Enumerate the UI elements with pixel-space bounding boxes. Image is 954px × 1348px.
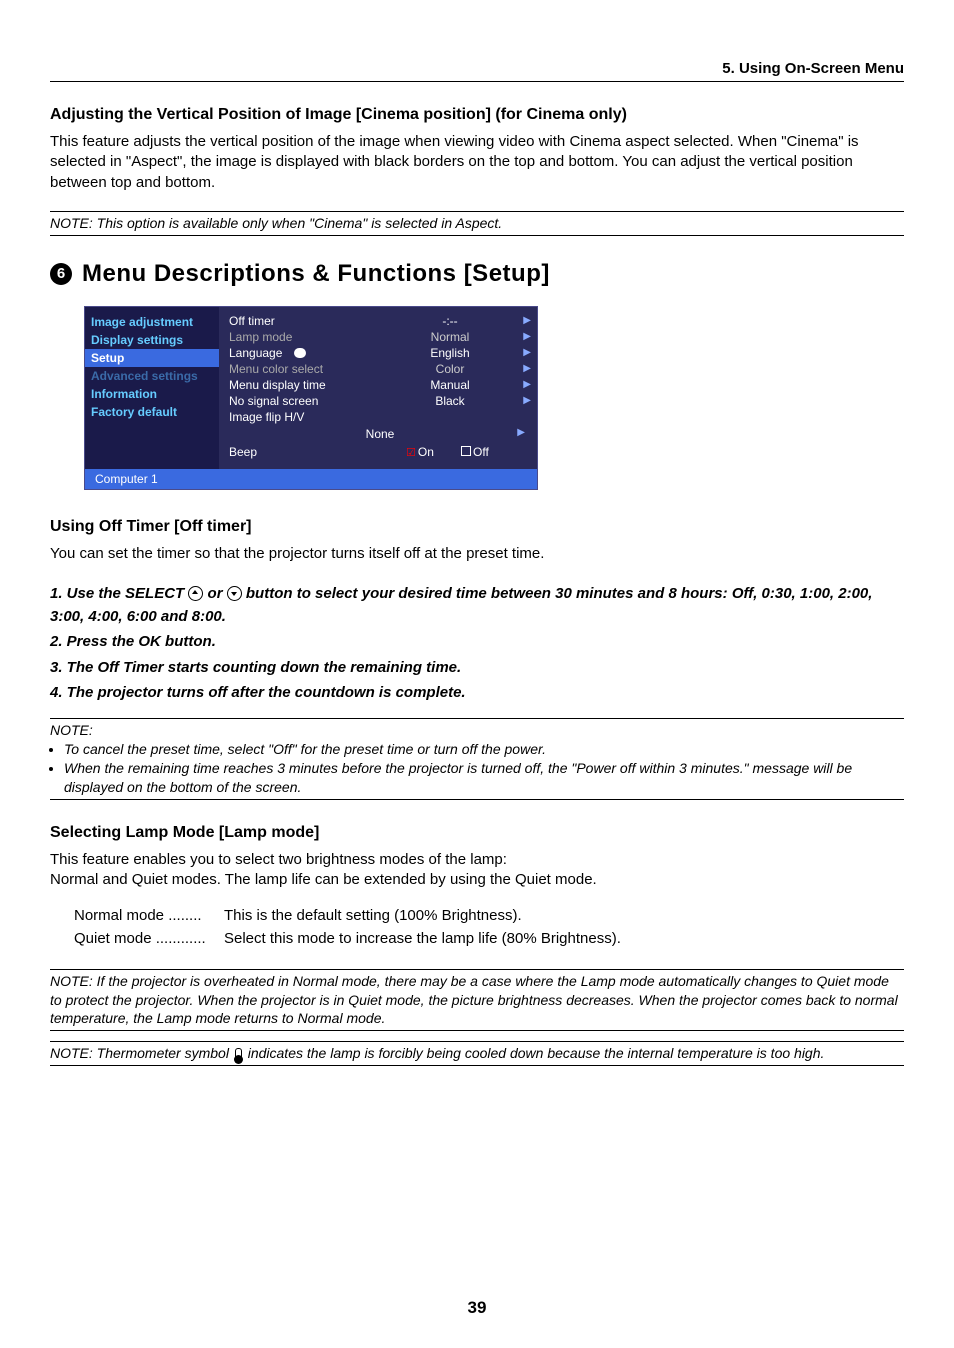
osd-menu: Image adjustment Display settings Setup …	[84, 306, 538, 490]
osd-value: Black	[379, 394, 521, 408]
osd-row-none[interactable]: None ▶	[229, 425, 531, 443]
osd-nav-factory-default[interactable]: Factory default	[85, 403, 219, 421]
osd-nav-display-settings[interactable]: Display settings	[85, 331, 219, 349]
note-therm-b: indicates the lamp is forcibly being coo…	[248, 1045, 825, 1061]
mode-row-quiet: Quiet mode ............ Select this mode…	[74, 927, 904, 950]
osd-value: English	[379, 346, 521, 360]
osd-value-none: None	[366, 427, 395, 441]
chevron-right-icon: ▶	[521, 315, 531, 326]
osd-label: Beep	[229, 445, 379, 459]
heading-cinema-position: Adjusting the Vertical Position of Image…	[50, 106, 904, 124]
osd-label-text: Language	[229, 346, 282, 360]
step-1-text-b: or	[208, 585, 227, 602]
mode-name: Quiet mode ............	[74, 927, 224, 950]
chevron-right-icon: ▶	[521, 363, 531, 374]
section-6-title: Menu Descriptions & Functions [Setup]	[82, 260, 550, 288]
chevron-right-icon: ▶	[521, 331, 531, 342]
osd-row-no-signal-screen[interactable]: No signal screen Black ▶	[229, 393, 531, 409]
osd-row-menu-display-time[interactable]: Menu display time Manual ▶	[229, 377, 531, 393]
osd-value: Normal	[379, 330, 521, 344]
chevron-right-icon: ▶	[521, 395, 531, 406]
lamp-body-1: This feature enables you to select two b…	[50, 851, 507, 868]
osd-row-language[interactable]: Language English ▶	[229, 345, 531, 361]
step-3: 3. The Off Timer starts counting down th…	[50, 656, 904, 679]
off-timer-steps: 1. Use the SELECT or button to select yo…	[50, 582, 904, 704]
osd-label: Menu color select	[229, 362, 379, 376]
note-item-1: To cancel the preset time, select "Off" …	[64, 740, 904, 759]
select-down-icon	[227, 586, 242, 601]
step-4: 4. The projector turns off after the cou…	[50, 681, 904, 704]
note-therm-a: NOTE: Thermometer symbol	[50, 1045, 233, 1061]
checkbox-checked-icon: ☑	[406, 447, 416, 459]
beep-off-label: Off	[473, 445, 489, 459]
osd-value: Color	[379, 362, 521, 376]
chevron-right-icon: ▶	[515, 427, 525, 438]
osd-label: Language	[229, 346, 379, 360]
osd-left-nav: Image adjustment Display settings Setup …	[85, 307, 219, 469]
section-6-heading-row: 6 Menu Descriptions & Functions [Setup]	[50, 260, 904, 288]
mode-desc: This is the default setting (100% Bright…	[224, 904, 522, 927]
note-lamp-overheat: NOTE: If the projector is overheated in …	[50, 969, 904, 1032]
step-2: 2. Press the OK button.	[50, 630, 904, 653]
thermometer-icon	[235, 1048, 242, 1062]
checkbox-unchecked-icon	[461, 446, 471, 456]
step-1-text-a: 1. Use the SELECT	[50, 585, 188, 602]
page: 5. Using On-Screen Menu Adjusting the Ve…	[0, 0, 954, 1348]
osd-nav-advanced-settings[interactable]: Advanced settings	[85, 367, 219, 385]
osd-nav-setup[interactable]: Setup	[85, 349, 219, 367]
section-header: 5. Using On-Screen Menu	[50, 60, 904, 82]
osd-row-menu-color-select[interactable]: Menu color select Color ▶	[229, 361, 531, 377]
lamp-body-2: Normal and Quiet modes. The lamp life ca…	[50, 871, 597, 888]
osd-label: Lamp mode	[229, 330, 379, 344]
beep-on-label: On	[418, 445, 434, 459]
osd-value: -:--	[379, 314, 521, 328]
page-number: 39	[0, 1298, 954, 1318]
body-lamp-mode: This feature enables you to select two b…	[50, 850, 904, 891]
osd-row-off-timer[interactable]: Off timer -:-- ▶	[229, 313, 531, 329]
osd-nav-image-adjustment[interactable]: Image adjustment	[85, 313, 219, 331]
osd-value: Manual	[379, 378, 521, 392]
osd-right-panel: Off timer -:-- ▶ Lamp mode Normal ▶ Lang…	[219, 307, 537, 469]
speech-bubble-icon	[294, 348, 306, 358]
chevron-right-icon: ▶	[521, 379, 531, 390]
heading-lamp-mode: Selecting Lamp Mode [Lamp mode]	[50, 824, 904, 842]
select-up-icon	[188, 586, 203, 601]
note-item-2: When the remaining time reaches 3 minute…	[64, 759, 904, 797]
body-off-timer: You can set the timer so that the projec…	[50, 544, 904, 564]
osd-label: Menu display time	[229, 378, 379, 392]
body-cinema-position: This feature adjusts the vertical positi…	[50, 132, 904, 193]
note-cinema: NOTE: This option is available only when…	[50, 211, 904, 236]
mode-desc: Select this mode to increase the lamp li…	[224, 927, 621, 950]
osd-label: Image flip H/V	[229, 410, 379, 424]
beep-on-option[interactable]: ☑On	[379, 445, 461, 459]
heading-off-timer: Using Off Timer [Off timer]	[50, 518, 904, 536]
mode-name: Normal mode ........	[74, 904, 224, 927]
section-number-badge: 6	[50, 263, 72, 285]
step-1: 1. Use the SELECT or button to select yo…	[50, 582, 904, 629]
osd-label: Off timer	[229, 314, 379, 328]
note-off-timer: NOTE: To cancel the preset time, select …	[50, 718, 904, 800]
note-thermometer: NOTE: Thermometer symbol indicates the l…	[50, 1041, 904, 1066]
chevron-right-icon: ▶	[521, 347, 531, 358]
beep-off-option[interactable]: Off	[461, 445, 531, 459]
osd-footer: Computer 1	[85, 469, 537, 489]
note-label: NOTE:	[50, 721, 904, 740]
osd-row-lamp-mode[interactable]: Lamp mode Normal ▶	[229, 329, 531, 345]
lamp-mode-table: Normal mode ........ This is the default…	[74, 904, 904, 951]
mode-row-normal: Normal mode ........ This is the default…	[74, 904, 904, 927]
osd-label: No signal screen	[229, 394, 379, 408]
osd-row-beep[interactable]: Beep ☑On Off	[229, 443, 531, 463]
osd-nav-information[interactable]: Information	[85, 385, 219, 403]
osd-row-image-flip[interactable]: Image flip H/V	[229, 409, 531, 425]
